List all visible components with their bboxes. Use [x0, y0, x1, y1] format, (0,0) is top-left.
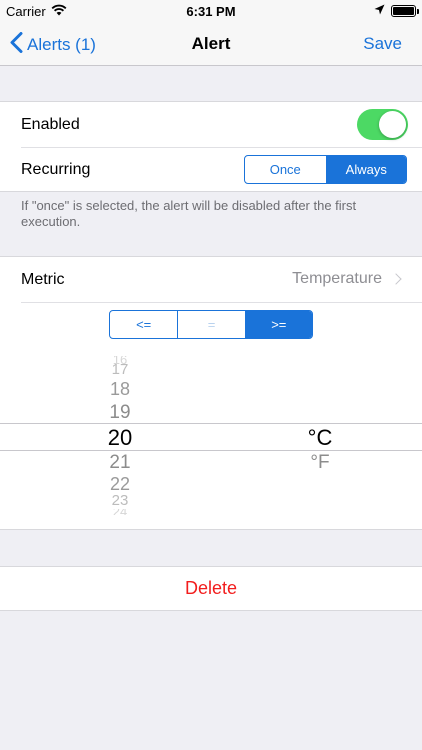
status-bar: Carrier 6:31 PM	[0, 0, 422, 22]
comparator-segmented-control: <= = >=	[109, 310, 313, 339]
delete-label: Delete	[184, 578, 238, 598]
metric-value-text: Temperature	[292, 270, 382, 287]
recurring-segmented-control: Once Always	[244, 155, 407, 184]
enabled-row: Enabled	[0, 102, 422, 147]
status-time: 6:31 PM	[186, 4, 236, 19]
delete-button[interactable]: Delete	[0, 566, 422, 611]
settings-group: Enabled Recurring Once Always	[0, 101, 422, 192]
picker-selection-top-line	[0, 423, 422, 424]
enabled-label: Enabled	[21, 115, 80, 133]
picker-number-22[interactable]: 22	[90, 474, 150, 495]
toggle-knob	[379, 111, 406, 138]
comparator-option-lte[interactable]: <=	[110, 311, 177, 338]
picker-number-18[interactable]: 18	[90, 379, 150, 400]
picker-unit-selected[interactable]: °C	[290, 425, 350, 451]
picker-number-19[interactable]: 19	[90, 402, 150, 424]
comparator-option-gte[interactable]: >=	[244, 311, 312, 338]
comparator-option-eq[interactable]: =	[177, 311, 244, 338]
recurring-label: Recurring	[21, 160, 91, 178]
battery-icon	[391, 4, 419, 17]
metric-group: Metric Temperature <= = >=	[0, 256, 422, 347]
picker-number-21[interactable]: 21	[90, 452, 150, 474]
picker-number-23[interactable]: 23	[90, 494, 150, 508]
metric-row[interactable]: Metric Temperature	[0, 257, 422, 302]
chevron-right-icon	[390, 273, 402, 285]
picker-number-24[interactable]: 24	[90, 509, 150, 515]
location-arrow-icon	[374, 3, 385, 18]
save-button[interactable]: Save	[363, 34, 402, 54]
recurring-row: Recurring Once Always	[0, 147, 422, 192]
comparator-row: <= = >=	[0, 302, 422, 347]
recurring-option-always[interactable]: Always	[325, 156, 406, 183]
page-title: Alert	[191, 34, 231, 53]
value-picker[interactable]: 16 17 18 19 20 °C 21 °F 22 23 24	[0, 346, 422, 530]
navigation-bar: Alerts (1) Alert Save	[0, 22, 422, 66]
picker-unit-fahrenheit[interactable]: °F	[290, 452, 350, 474]
recurring-option-once[interactable]: Once	[245, 156, 326, 183]
enabled-toggle[interactable]	[357, 109, 408, 140]
picker-number-17[interactable]: 17	[90, 363, 150, 377]
picker-selection-bottom-line	[0, 450, 422, 451]
recurring-footnote: If "once" is selected, the alert will be…	[21, 198, 357, 229]
picker-number-selected[interactable]: 20	[90, 425, 150, 451]
metric-value[interactable]: Temperature	[292, 270, 402, 288]
metric-label: Metric	[21, 270, 65, 288]
